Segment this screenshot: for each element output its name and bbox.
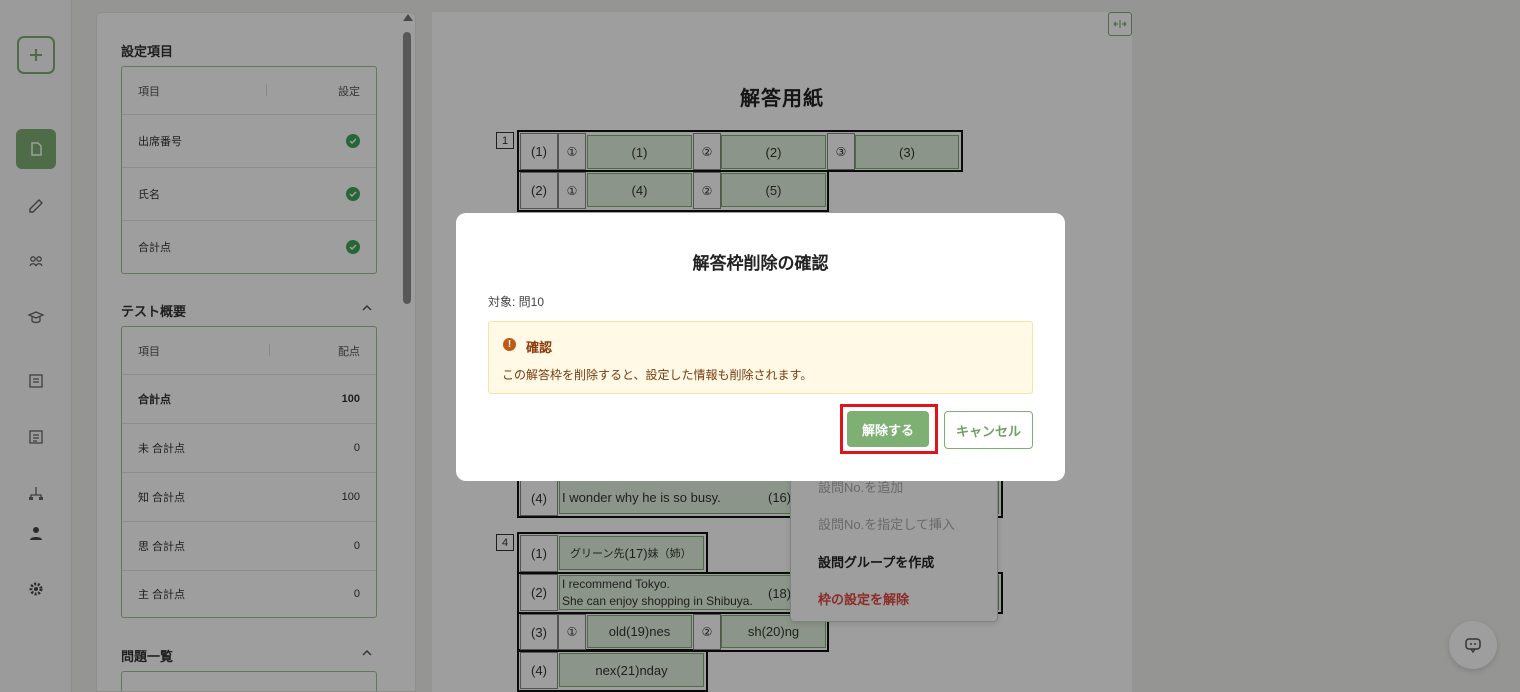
dialog-target: 対象: 問10 xyxy=(488,295,545,309)
confirm-remove-button[interactable]: 解除する xyxy=(847,411,929,447)
alert-message: この解答枠を削除すると、設定した情報も削除されます。 xyxy=(502,368,813,382)
warning-icon: ! xyxy=(503,338,516,351)
confirm-delete-dialog: 解答枠削除の確認 対象: 問10 ! 確認 この解答枠を削除すると、設定した情報… xyxy=(456,213,1065,481)
dialog-title: 解答枠削除の確認 xyxy=(692,254,829,273)
warning-alert: ! 確認 この解答枠を削除すると、設定した情報も削除されます。 xyxy=(488,321,1033,394)
alert-title: 確認 xyxy=(526,340,553,355)
cancel-button[interactable]: キャンセル xyxy=(944,411,1033,449)
